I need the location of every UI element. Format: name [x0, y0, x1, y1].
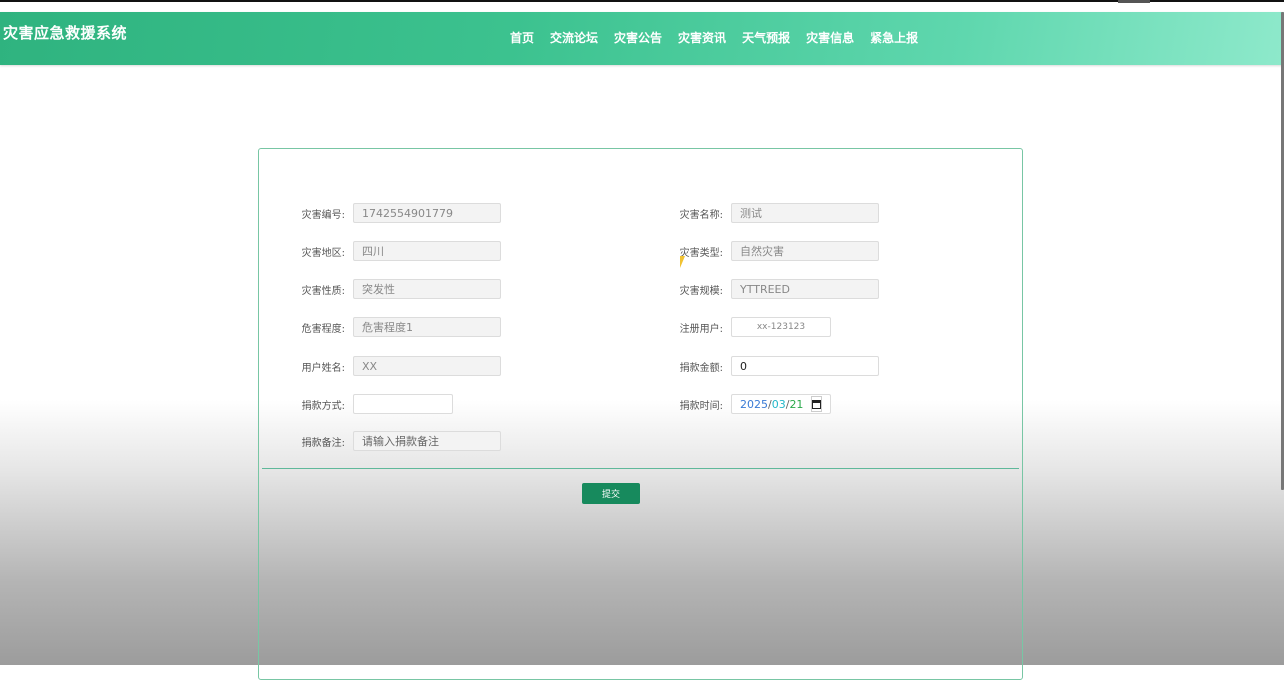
label-amount: 捐款金额: [679, 362, 723, 374]
row-remark: 捐款备注: 请输入捐款备注 [295, 430, 501, 452]
scale-field[interactable]: YTTREED [731, 279, 879, 299]
row-user: 注册用户: xx-123123 [673, 316, 831, 338]
row-time: 捐款时间: 2025/03/21 [673, 393, 831, 415]
site-header: 灾害应急救援系统 首页 交流论坛 灾害公告 灾害资讯 天气预报 灾害信息 紧急上… [0, 12, 1284, 65]
nature-field[interactable]: 突发性 [353, 279, 501, 299]
label-username: 用户姓名: [301, 362, 345, 374]
row-scale: 灾害规模: YTTREED [673, 278, 879, 300]
nav-home[interactable]: 首页 [510, 29, 534, 46]
row-method: 捐款方式: [295, 393, 453, 415]
nav-news[interactable]: 灾害资讯 [678, 29, 726, 46]
top-mark [1118, 0, 1150, 3]
row-amount: 捐款金额: 0 [673, 355, 879, 377]
label-disaster-name: 灾害名称: [679, 209, 723, 221]
row-severity: 危害程度: 危害程度1 [295, 316, 501, 338]
main-nav: 首页 交流论坛 灾害公告 灾害资讯 天气预报 灾害信息 紧急上报 [502, 29, 926, 46]
form-divider [262, 468, 1019, 469]
top-border-line [0, 0, 1284, 2]
browser-top-strip [0, 0, 1284, 12]
nav-weather[interactable]: 天气预报 [742, 29, 790, 46]
site-logo[interactable]: 灾害应急救援系统 [3, 22, 127, 43]
nav-forum[interactable]: 交流论坛 [550, 29, 598, 46]
label-user: 注册用户: [679, 323, 723, 335]
calendar-icon [812, 399, 822, 409]
disaster-name-field[interactable]: 测试 [731, 203, 879, 223]
date-year: 2025 [740, 397, 768, 411]
disaster-no-field[interactable]: 1742554901779 [353, 203, 501, 223]
label-disaster-no: 灾害编号: [301, 209, 345, 221]
region-field[interactable]: 四川 [353, 241, 501, 261]
label-remark: 捐款备注: [301, 437, 345, 449]
username-field[interactable]: XX [353, 356, 501, 376]
nav-disaster-info[interactable]: 灾害信息 [806, 29, 854, 46]
label-scale: 灾害规模: [679, 285, 723, 297]
label-time: 捐款时间: [679, 400, 723, 412]
label-nature: 灾害性质: [301, 285, 345, 297]
row-nature: 灾害性质: 突发性 [295, 278, 501, 300]
mouse-cursor-icon [680, 256, 685, 268]
user-field[interactable]: xx-123123 [731, 317, 831, 337]
nav-emergency-report[interactable]: 紧急上报 [870, 29, 918, 46]
type-field[interactable]: 自然灾害 [731, 241, 879, 261]
date-day: 21 [789, 397, 804, 411]
label-region: 灾害地区: [301, 247, 345, 259]
method-input[interactable] [353, 394, 453, 414]
row-type: 灾害类型: 自然灾害 [673, 240, 879, 262]
time-input[interactable]: 2025/03/21 [731, 394, 831, 414]
submit-button[interactable]: 提交 [582, 483, 640, 504]
nav-announcement[interactable]: 灾害公告 [614, 29, 662, 46]
row-disaster-no: 灾害编号: 1742554901779 [295, 202, 501, 224]
row-disaster-name: 灾害名称: 测试 [673, 202, 879, 224]
severity-field[interactable]: 危害程度1 [353, 317, 501, 337]
amount-input[interactable]: 0 [731, 356, 879, 376]
label-method: 捐款方式: [301, 400, 345, 412]
row-username: 用户姓名: XX [295, 355, 501, 377]
calendar-button[interactable] [811, 396, 823, 412]
remark-input[interactable]: 请输入捐款备注 [353, 431, 501, 451]
label-severity: 危害程度: [301, 323, 345, 335]
row-region: 灾害地区: 四川 [295, 240, 501, 262]
date-month: 03 [771, 397, 786, 411]
